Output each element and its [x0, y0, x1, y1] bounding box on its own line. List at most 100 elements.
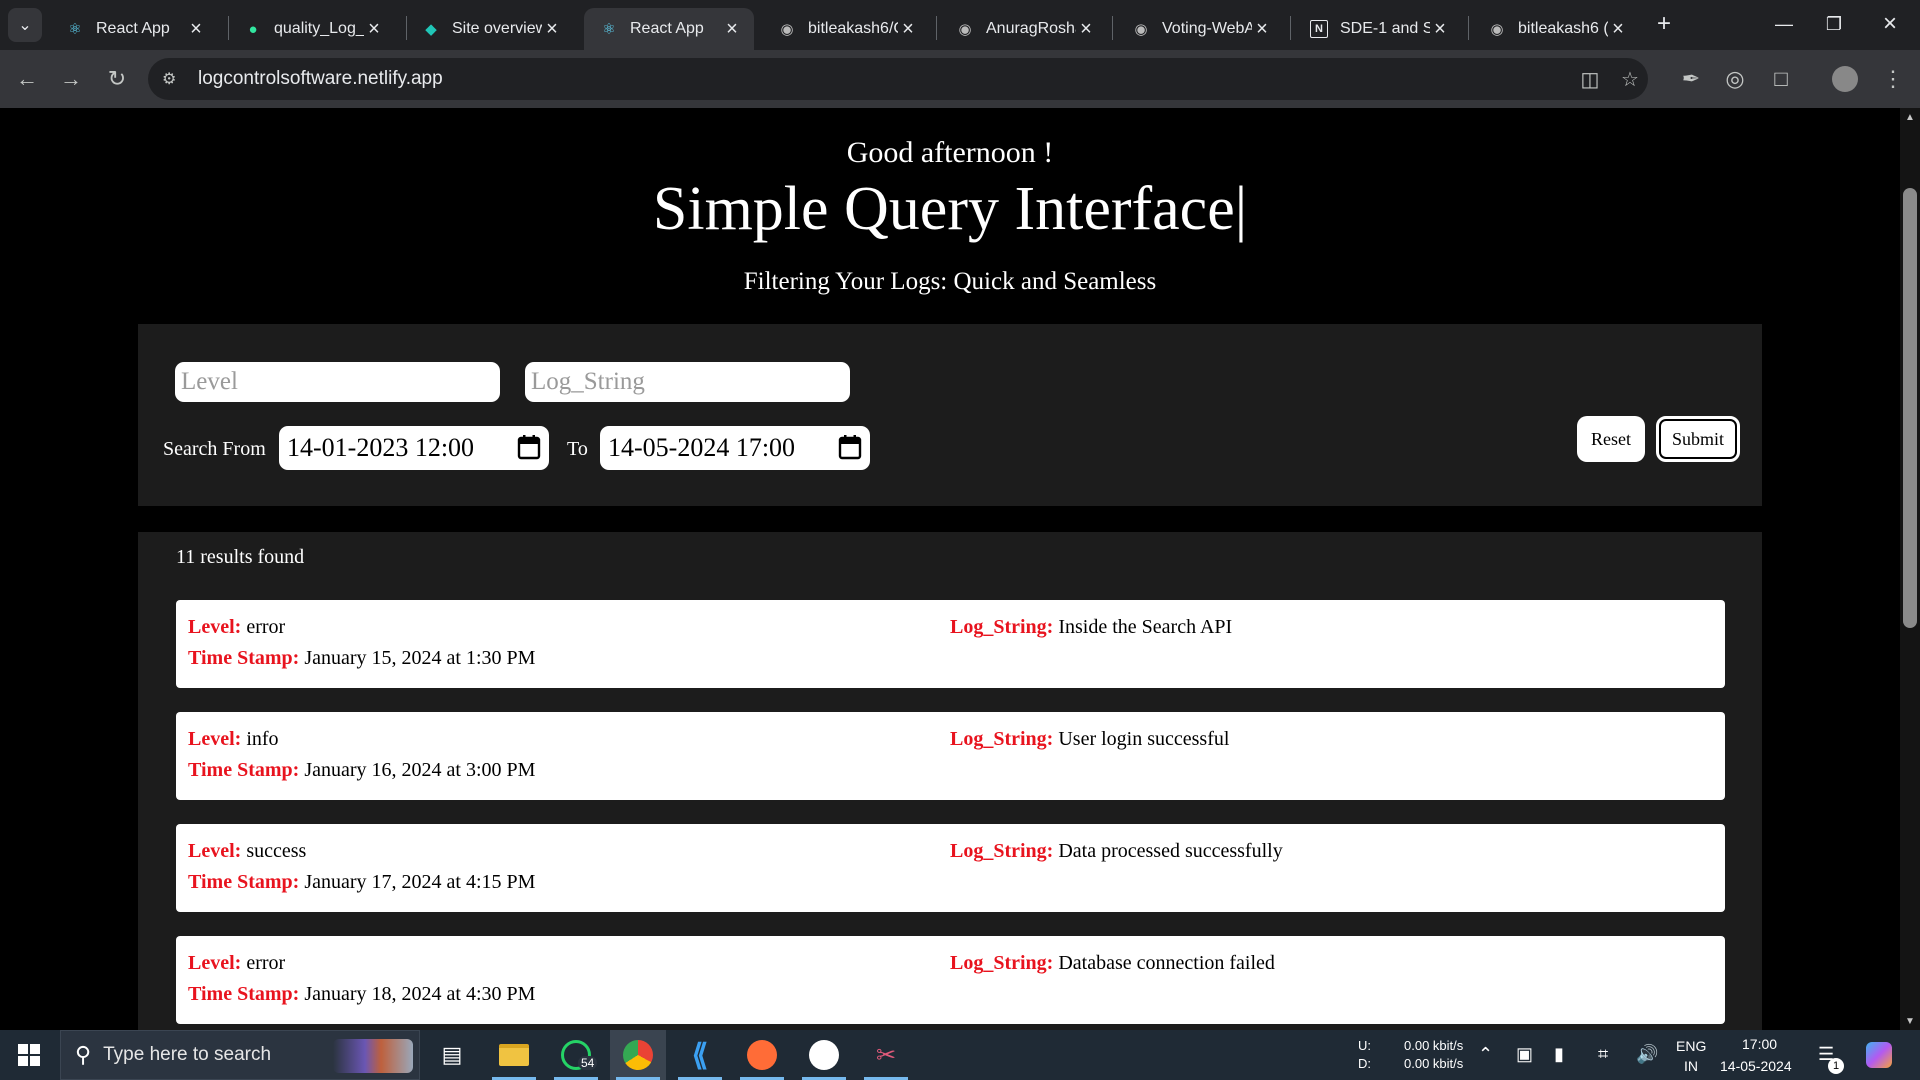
timestamp-label: Time Stamp: — [188, 983, 300, 1005]
log-string-input[interactable] — [525, 362, 850, 402]
search-highlight-icon — [333, 1039, 413, 1073]
tab-notion[interactable]: N SDE-1 and SD × — [1294, 8, 1462, 50]
calendar-icon[interactable] — [838, 434, 862, 460]
extensions-menu-button[interactable]: □ — [1764, 62, 1798, 96]
notification-count: 1 — [1828, 1058, 1844, 1074]
taskbar-vscode[interactable]: ⟪ — [672, 1030, 728, 1080]
notion-icon: N — [1310, 20, 1328, 38]
level-value: error — [246, 616, 286, 638]
clock-time[interactable]: 17:00 — [1742, 1036, 1777, 1052]
scrollbar-thumb[interactable] — [1903, 188, 1917, 628]
tab-search-button[interactable]: ⌄ — [8, 8, 42, 42]
search-icon: ⚲ — [75, 1042, 92, 1067]
tab-github-3[interactable]: ◉ Voting-WebA × — [1116, 8, 1284, 50]
new-tab-button[interactable]: + — [1650, 10, 1678, 38]
taskbar-whatsapp[interactable]: 54 — [548, 1030, 604, 1080]
scroll-down-icon[interactable]: ▼ — [1900, 1012, 1920, 1030]
scroll-up-icon[interactable]: ▲ — [1900, 108, 1920, 126]
submit-button[interactable]: Submit — [1656, 416, 1740, 462]
chevron-down-icon: ⌄ — [18, 17, 32, 34]
reload-button[interactable]: ↻ — [100, 62, 134, 96]
task-view-button[interactable]: ▤ — [424, 1030, 480, 1080]
region-indicator[interactable]: IN — [1684, 1058, 1698, 1074]
page-title-text: Simple Query Interface — [652, 175, 1235, 243]
to-datetime-input[interactable]: 14-05-2024 17:00 — [600, 426, 870, 470]
clock-date[interactable]: 14-05-2024 — [1720, 1058, 1792, 1074]
extension-button[interactable]: ◎ — [1718, 62, 1752, 96]
tab-react-app-1[interactable]: ⚛ React App × — [50, 8, 218, 50]
close-icon[interactable]: × — [364, 18, 384, 41]
tab-github-4[interactable]: ◉ bitleakash6 (/ × — [1472, 8, 1640, 50]
taskbar-postman[interactable] — [734, 1030, 790, 1080]
close-icon[interactable]: × — [1076, 18, 1096, 41]
tab-title: React App — [630, 20, 704, 37]
page-viewport: Good afternoon ! Simple Query Interface|… — [0, 108, 1900, 1030]
start-button[interactable] — [0, 1030, 58, 1080]
tab-divider — [1290, 16, 1291, 40]
tab-title: bitleakash6/C — [808, 20, 898, 37]
tab-title: bitleakash6 (/ — [1518, 20, 1608, 37]
taskbar-file-explorer[interactable] — [486, 1030, 542, 1080]
volume-icon[interactable]: 🔊 — [1636, 1044, 1658, 1065]
bookmark-star-icon[interactable]: ☆ — [1612, 58, 1648, 100]
level-input[interactable] — [175, 362, 500, 402]
avatar — [1832, 66, 1858, 92]
page-scrollbar[interactable]: ▲ ▼ — [1900, 108, 1920, 1030]
show-hidden-icons-icon[interactable]: ⌃ — [1478, 1044, 1493, 1065]
address-bar[interactable]: ⚙ logcontrolsoftware.netlify.app ◫ ☆ — [148, 58, 1648, 100]
tab-site-overview[interactable]: ◆ Site overview × — [406, 8, 574, 50]
close-icon[interactable]: × — [1430, 18, 1450, 41]
eyedropper-icon: ✒ — [1681, 66, 1701, 91]
taskbar-search-placeholder: Type here to search — [103, 1044, 272, 1065]
level-label: Level: — [188, 840, 242, 862]
taskbar-snipping-tool[interactable]: ✂ — [858, 1030, 914, 1080]
close-icon[interactable]: × — [542, 18, 562, 41]
typing-caret: | — [1234, 175, 1248, 243]
mongodb-icon — [809, 1040, 839, 1070]
close-icon[interactable]: × — [722, 18, 742, 41]
restore-button[interactable]: ❐ — [1806, 0, 1862, 48]
level-row: Level: info — [188, 728, 279, 751]
taskbar-mongodb-compass[interactable] — [796, 1030, 852, 1080]
tab-divider — [1468, 16, 1469, 40]
close-window-button[interactable]: × — [1862, 0, 1918, 48]
calendar-icon[interactable] — [517, 434, 541, 460]
folder-icon — [499, 1044, 529, 1066]
from-datetime-input[interactable]: 14-01-2023 12:00 — [279, 426, 549, 470]
profile-button[interactable] — [1828, 62, 1862, 96]
tab-quality-log[interactable]: ● quality_Log_t × — [228, 8, 396, 50]
copilot-icon[interactable] — [1866, 1042, 1892, 1068]
close-icon[interactable]: × — [898, 18, 918, 41]
back-button[interactable]: ← — [10, 62, 44, 96]
tab-react-app-active[interactable]: ⚛ React App × — [584, 8, 754, 50]
close-icon[interactable]: × — [186, 18, 206, 41]
tab-github-2[interactable]: ◉ AnuragRosha × — [940, 8, 1108, 50]
battery-icon[interactable]: ▮ — [1554, 1044, 1564, 1065]
github-icon: ◉ — [1134, 21, 1148, 38]
forward-button[interactable]: → — [54, 62, 88, 96]
browser-menu-button[interactable]: ⋮ — [1876, 62, 1910, 96]
extension-circle-icon: ◎ — [1725, 66, 1745, 91]
net-upload-speed: 0.00 kbit/s — [1404, 1038, 1464, 1053]
log-string-label: Log_String: — [950, 728, 1054, 750]
notification-badge: 54 — [578, 1056, 598, 1070]
log-string-row: Log_String: User login successful — [950, 728, 1229, 751]
language-indicator[interactable]: ENG — [1676, 1038, 1706, 1054]
install-app-icon[interactable]: ◫ — [1572, 58, 1608, 100]
close-icon[interactable]: × — [1252, 18, 1272, 41]
postman-icon — [747, 1040, 777, 1070]
tab-github-1[interactable]: ◉ bitleakash6/C × — [762, 8, 930, 50]
level-value: success — [246, 840, 307, 862]
site-settings-icon[interactable]: ⚙ — [162, 69, 192, 89]
eyedropper-extension-button[interactable]: ✒ — [1674, 62, 1708, 96]
taskbar-chrome[interactable] — [610, 1030, 666, 1080]
close-icon[interactable]: × — [1608, 18, 1628, 41]
url-text[interactable]: logcontrolsoftware.netlify.app — [198, 68, 443, 90]
page-title: Simple Query Interface| — [0, 174, 1900, 245]
taskbar-search-box[interactable]: ⚲ Type here to search — [60, 1030, 420, 1080]
meet-now-icon[interactable]: ▣ — [1516, 1044, 1533, 1065]
minimize-button[interactable]: — — [1756, 0, 1812, 48]
timestamp-label: Time Stamp: — [188, 871, 300, 893]
reset-button[interactable]: Reset — [1577, 416, 1645, 462]
wifi-icon[interactable]: ⌗ — [1598, 1044, 1608, 1065]
